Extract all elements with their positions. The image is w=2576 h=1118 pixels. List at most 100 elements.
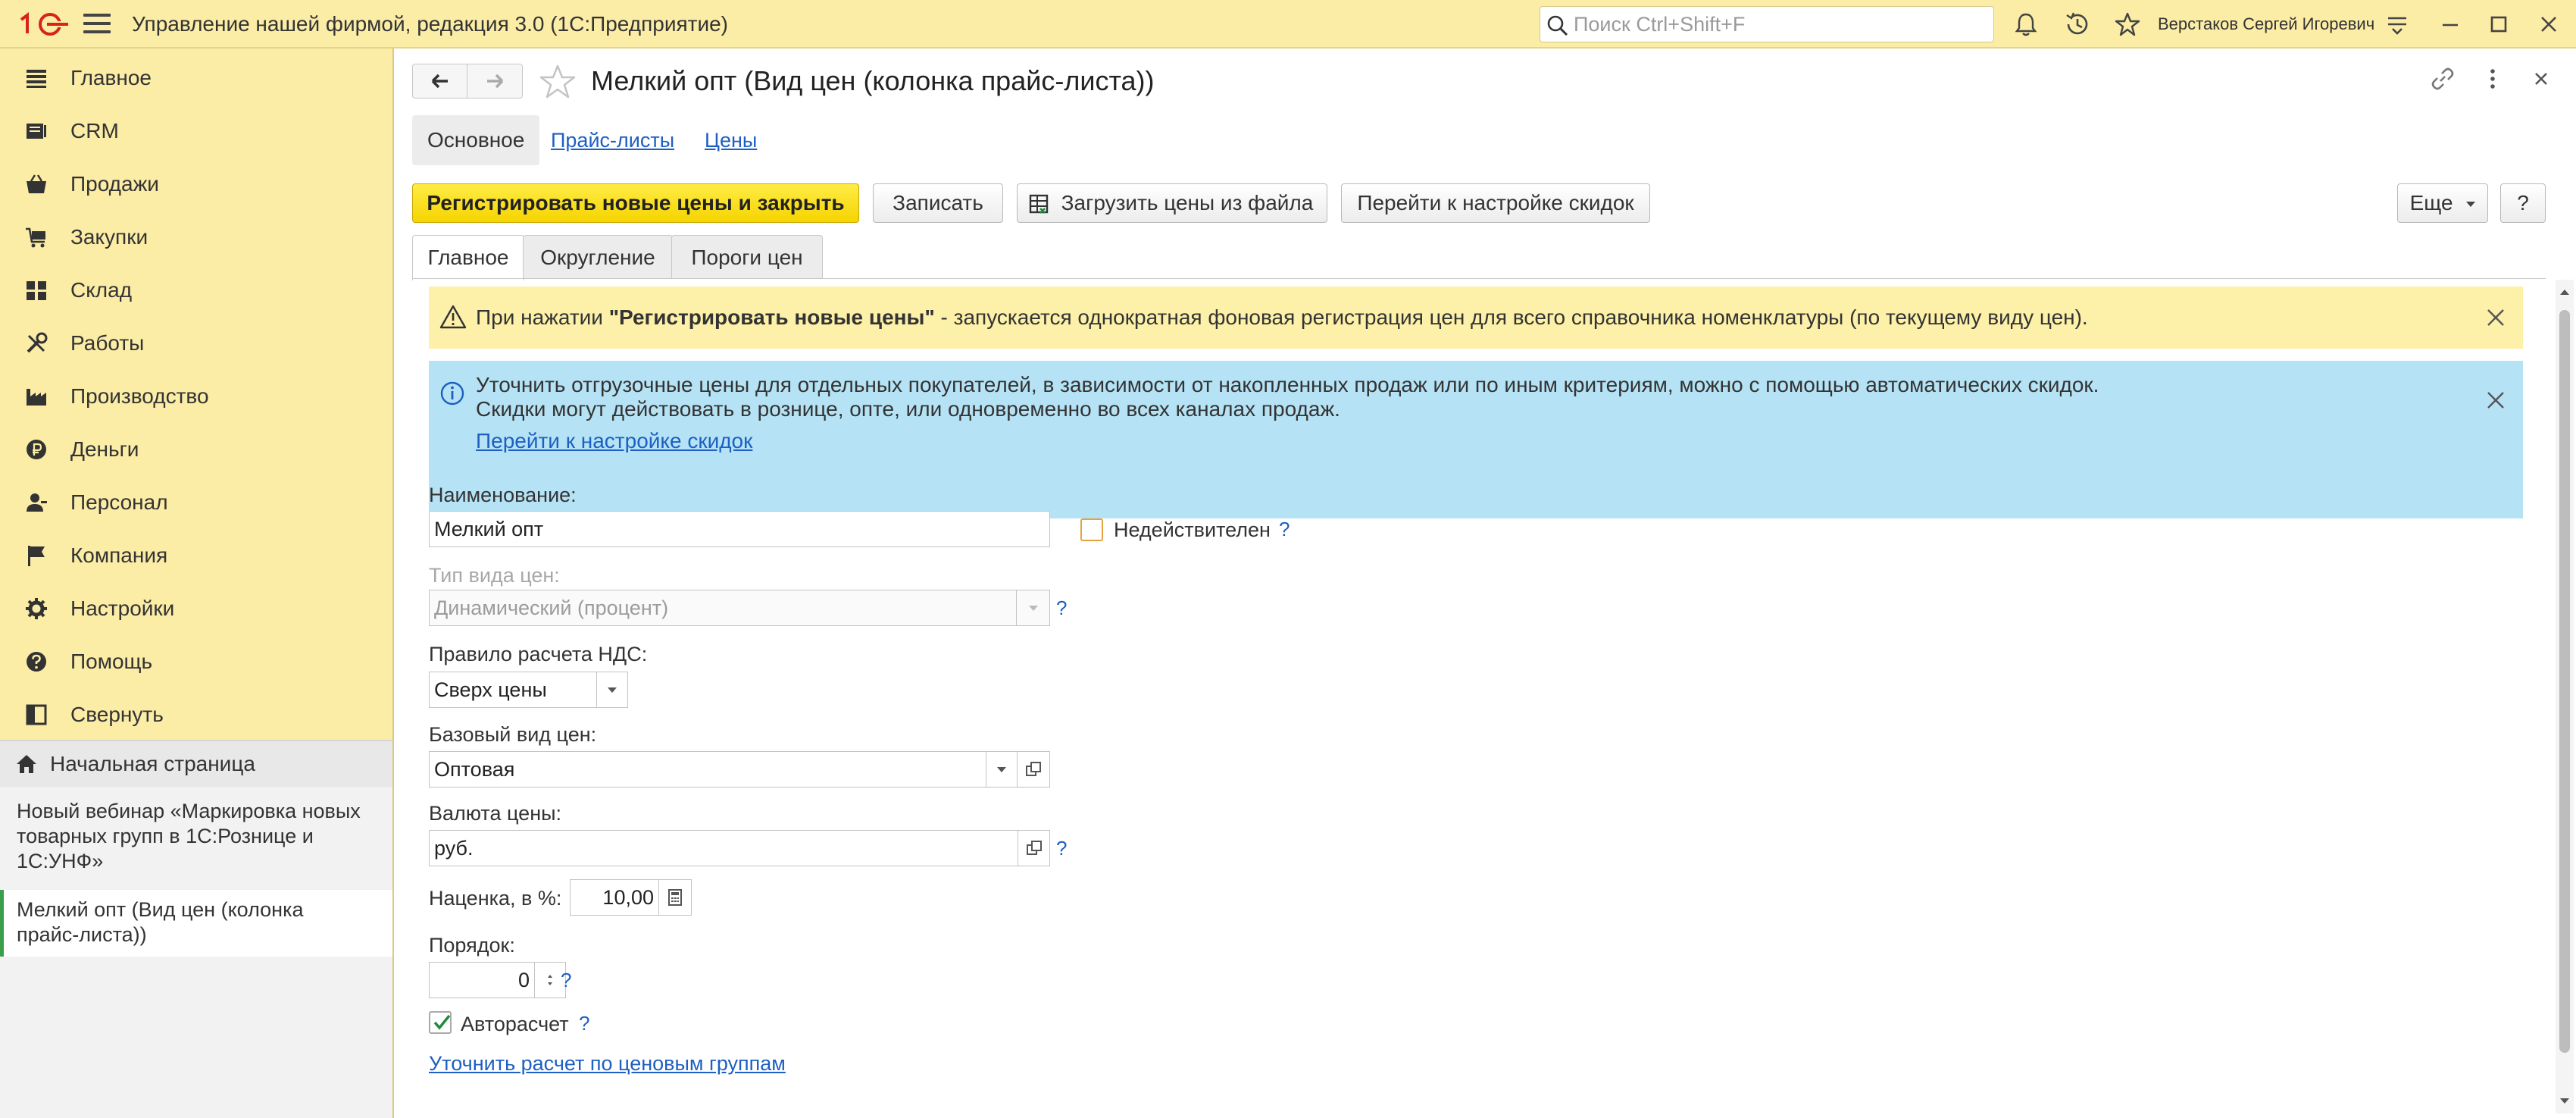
link-icon[interactable] (2429, 65, 2456, 92)
sidebar-item-sales[interactable]: Продажи (0, 158, 392, 211)
sidebar-item-label: Склад (70, 278, 133, 302)
refine-price-groups-link[interactable]: Уточнить расчет по ценовым группам (429, 1052, 786, 1076)
forward-button[interactable] (467, 64, 522, 98)
main-menu-icon[interactable] (83, 14, 111, 35)
scroll-up-icon[interactable] (2559, 286, 2571, 298)
sidebar-item-label: Настройки (70, 597, 175, 620)
sidebar-item-label: Производство (70, 384, 209, 408)
factory-icon (27, 389, 46, 406)
search-icon (1547, 15, 1568, 36)
home-page-label: Начальная страница (50, 752, 255, 775)
sidebar-item-works[interactable]: Работы (0, 317, 392, 370)
load-prices-button[interactable]: Загрузить цены из файла (1017, 183, 1327, 223)
bell-icon[interactable] (2012, 11, 2040, 38)
sidebar-item-warehouse[interactable]: Склад (0, 264, 392, 317)
base-price-open-button[interactable] (1017, 751, 1050, 788)
base-price-dropdown-button[interactable] (986, 751, 1018, 788)
tab-main[interactable]: Основное (412, 115, 540, 165)
stepper-icon (548, 975, 552, 985)
search-placeholder: Поиск Ctrl+Shift+F (1574, 13, 1746, 36)
history-icon[interactable] (2064, 11, 2091, 38)
favorites-star-icon[interactable] (2114, 11, 2141, 38)
checkmark-icon (433, 1014, 451, 1030)
sidebar-item-label: Деньги (70, 437, 139, 461)
sidebar-item-company[interactable]: Компания (0, 529, 392, 582)
more-actions-icon[interactable] (2479, 65, 2506, 92)
autocalc-checkbox[interactable] (429, 1011, 452, 1034)
close-info-icon[interactable] (2485, 390, 2506, 411)
sidebar-item-collapse[interactable]: Свернуть (0, 688, 392, 741)
title-bar: 1С Управление нашей фирмой, редакция 3.0… (0, 0, 2576, 49)
arrow-right-icon (487, 74, 504, 89)
help-button[interactable]: ? (2500, 183, 2546, 223)
autocalc-label: Авторасчет (461, 1013, 569, 1035)
vat-rule-dropdown-button[interactable] (596, 672, 628, 708)
order-help-icon[interactable]: ? (561, 962, 571, 998)
more-button[interactable]: Еще (2397, 183, 2488, 223)
order-label: Порядок: (429, 934, 515, 957)
maximize-icon[interactable] (2485, 11, 2512, 38)
sidebar: Главное CRM Продажи Закупки Склад Работы… (0, 49, 394, 1118)
invalid-checkbox[interactable] (1080, 518, 1103, 541)
sidebar-item-production[interactable]: Производство (0, 370, 392, 423)
back-button[interactable] (413, 64, 467, 98)
user-name[interactable]: Верстаков Сергей Игоревич (2158, 0, 2374, 49)
sidebar-item-main[interactable]: Главное (0, 52, 392, 105)
tab-rounding[interactable]: Округление (523, 235, 673, 279)
purchase-icon (26, 227, 45, 248)
register-prices-button[interactable]: Регистрировать новые цены и закрыть (412, 183, 859, 223)
sidebar-item-settings[interactable]: Настройки (0, 582, 392, 635)
invalid-label: Недействителен (1114, 518, 1271, 541)
discount-settings-link[interactable]: Перейти к настройке скидок (476, 429, 752, 453)
sidebar-item-money[interactable]: Деньги (0, 423, 392, 476)
currency-open-button[interactable] (1018, 830, 1050, 866)
crm-icon (27, 124, 46, 139)
currency-help-icon[interactable]: ? (1056, 830, 1067, 866)
name-input[interactable]: Мелкий опт (429, 511, 1050, 547)
tab-general[interactable]: Главное (412, 235, 524, 280)
price-type-help-icon[interactable]: ? (1056, 590, 1067, 626)
price-type-dropdown-button (1016, 590, 1050, 626)
currency-label: Валюта цены: (429, 802, 562, 825)
sidebar-item-label: Закупки (70, 225, 148, 249)
scrollbar-thumb[interactable] (2559, 310, 2570, 1053)
autocalc-help-icon[interactable]: ? (579, 1005, 589, 1041)
markup-input[interactable]: 10,00 (570, 879, 659, 916)
search-input[interactable]: Поиск Ctrl+Shift+F (1540, 6, 1994, 42)
favorite-star-icon[interactable] (538, 62, 577, 102)
warning-text: При нажатии "Регистрировать новые цены" … (476, 305, 2088, 329)
person-icon (27, 493, 47, 512)
tab-price-lists[interactable]: Прайс-листы (551, 115, 674, 165)
settings-menu-icon[interactable] (2384, 11, 2411, 38)
base-price-input[interactable]: Оптовая (429, 751, 986, 788)
currency-input[interactable]: руб. (429, 830, 1018, 866)
open-windows-panel: Начальная страница Новый вебинар «Маркир… (0, 740, 392, 1118)
discount-settings-button[interactable]: Перейти к настройке скидок (1341, 183, 1650, 223)
close-window-icon[interactable] (2535, 11, 2562, 38)
save-button[interactable]: Записать (873, 183, 1003, 223)
vertical-scrollbar[interactable] (2556, 280, 2574, 1113)
form-title: Мелкий опт (Вид цен (колонка прайс-листа… (591, 65, 1155, 96)
tab-prices[interactable]: Цены (705, 115, 757, 165)
gear-icon (26, 598, 47, 619)
tab-price-thresholds[interactable]: Пороги цен (671, 235, 823, 279)
home-page-link[interactable]: Начальная страница (0, 741, 392, 787)
sidebar-item-crm[interactable]: CRM (0, 105, 392, 158)
open-window-item[interactable]: Новый вебинар «Маркировка новых товарных… (0, 799, 392, 874)
tab-divider (412, 278, 2546, 279)
sidebar-item-purchases[interactable]: Закупки (0, 211, 392, 264)
1c-logo[interactable]: 1С (17, 11, 70, 38)
sidebar-item-help[interactable]: Помощь (0, 635, 392, 688)
close-warning-icon[interactable] (2485, 307, 2506, 328)
invalid-help-icon[interactable]: ? (1279, 511, 1290, 547)
calculator-button[interactable] (658, 879, 692, 916)
open-icon (1026, 762, 1041, 776)
vat-rule-select[interactable]: Сверх цены (429, 672, 597, 708)
minimize-icon[interactable] (2437, 11, 2464, 38)
close-form-icon[interactable] (2528, 65, 2555, 92)
scroll-down-icon[interactable] (2559, 1095, 2571, 1107)
list-icon (27, 70, 46, 88)
order-input[interactable]: 0 (429, 962, 535, 998)
open-window-item-active[interactable]: Мелкий опт (Вид цен (колонка прайс-листа… (0, 890, 392, 957)
sidebar-item-personnel[interactable]: Персонал (0, 476, 392, 529)
